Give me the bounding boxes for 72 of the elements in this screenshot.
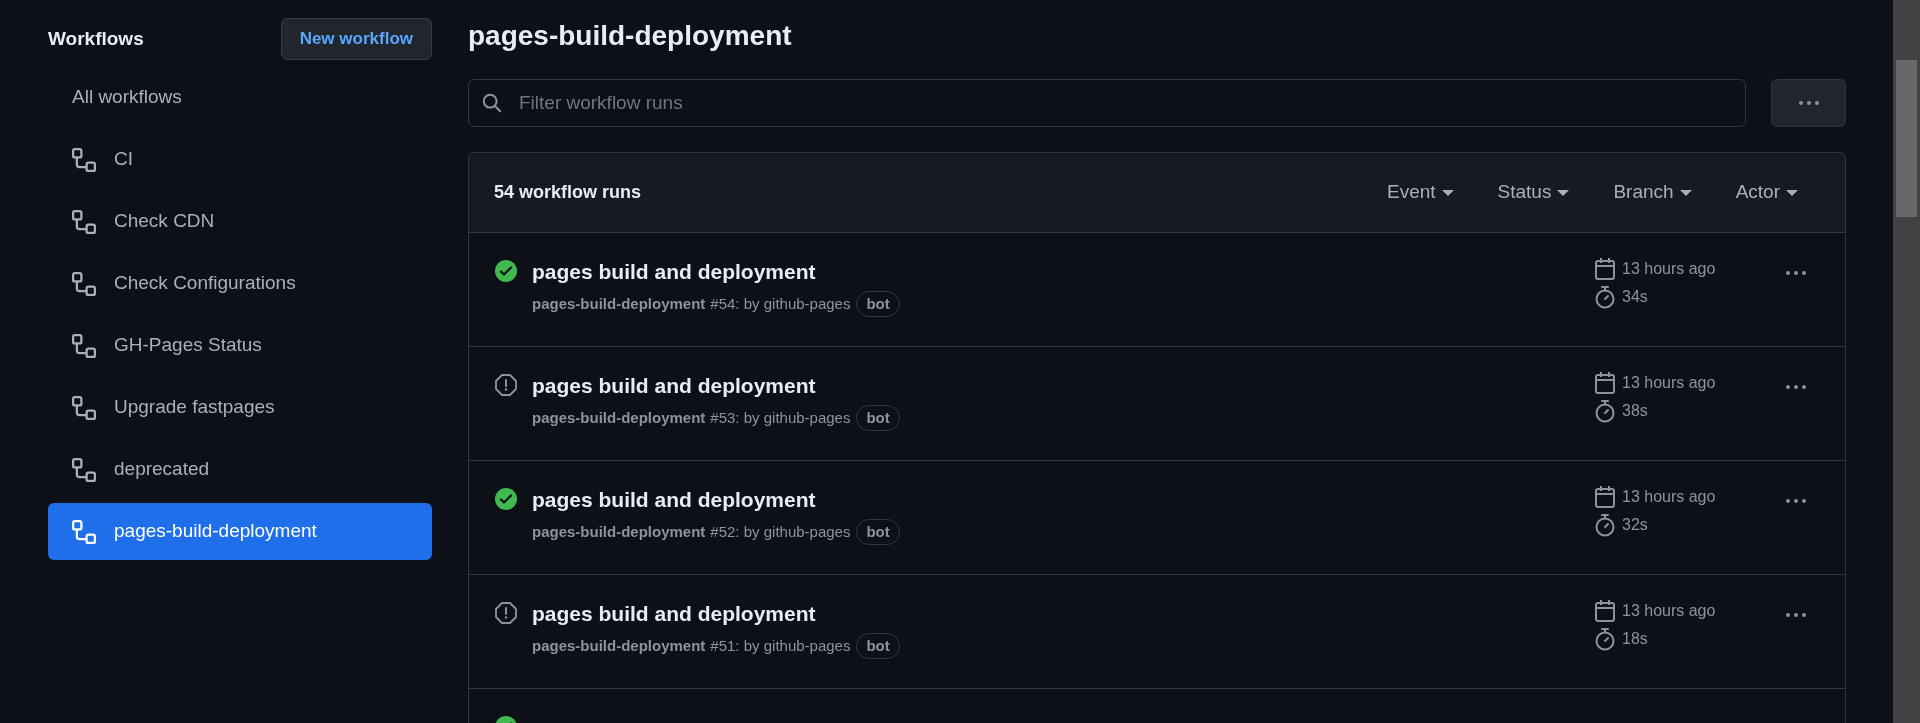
run-title[interactable]: pages build and deployment — [532, 601, 1594, 627]
runs-count: 54 workflow runs — [494, 181, 643, 204]
sidebar-item[interactable]: All workflows — [48, 69, 432, 126]
sidebar-item[interactable]: Upgrade fastpages — [48, 379, 432, 436]
filter-dropdown[interactable]: Actor — [1735, 178, 1798, 207]
calendar-icon — [1594, 485, 1616, 509]
ellipsis-icon — [1786, 385, 1806, 389]
sidebar-item[interactable]: CI — [48, 131, 432, 188]
run-workflow: pages-build-deployment — [532, 521, 706, 542]
ellipsis-icon — [1786, 499, 1806, 503]
alert-octagon-icon — [494, 373, 518, 397]
filter-search-field[interactable]: Filter workflow runs — [468, 79, 1746, 127]
run-meta: #53: by github-pages — [710, 407, 851, 428]
calendar-icon — [1594, 599, 1616, 623]
scrollbar-thumb[interactable] — [1896, 60, 1917, 217]
run-date: 13 hours ago — [1622, 487, 1716, 507]
run-menu-button[interactable] — [1784, 269, 1808, 277]
workflow-icon — [72, 271, 96, 296]
search-icon — [481, 92, 503, 114]
run-date: 13 hours ago — [1622, 601, 1716, 621]
workflow-icon — [72, 333, 96, 358]
workflow-icon — [72, 395, 96, 420]
filter-dropdown[interactable]: Branch — [1613, 178, 1692, 207]
check-circle-icon — [494, 259, 518, 283]
caret-icon — [1786, 188, 1798, 197]
run-meta: #52: by github-pages — [710, 521, 851, 542]
run-workflow: pages-build-deployment — [532, 407, 706, 428]
run-title[interactable]: pages build and deployment — [532, 373, 1594, 399]
sidebar-item[interactable]: Check CDN — [48, 193, 432, 250]
ellipsis-icon — [1798, 101, 1819, 105]
run-duration: 32s — [1622, 515, 1648, 535]
run-menu-button[interactable] — [1784, 497, 1808, 505]
run-meta: #54: by github-pages — [710, 293, 851, 314]
workflow-icon — [72, 457, 96, 482]
run-title[interactable]: pages build and deployment — [532, 259, 1594, 285]
check-circle-icon — [494, 487, 518, 511]
run-workflow: pages-build-deployment — [532, 293, 706, 314]
alert-octagon-icon — [494, 601, 518, 625]
sidebar-item[interactable]: Check Configurations — [48, 255, 432, 312]
run-duration: 18s — [1622, 629, 1648, 649]
calendar-icon — [1594, 257, 1616, 281]
caret-icon — [1441, 188, 1454, 197]
ellipsis-icon — [1786, 613, 1806, 617]
filter-dropdown[interactable]: Event — [1386, 178, 1454, 207]
filter-dropdown[interactable]: Status — [1497, 178, 1570, 207]
workflow-icon — [72, 147, 96, 172]
stopwatch-icon — [1594, 399, 1616, 423]
run-menu-button[interactable] — [1784, 611, 1808, 619]
caret-icon — [1679, 188, 1692, 197]
new-workflow-button[interactable]: New workflow — [280, 18, 432, 60]
stopwatch-icon — [1594, 627, 1616, 651]
sidebar-item[interactable]: pages-build-deployment — [48, 503, 432, 560]
stopwatch-icon — [1594, 285, 1616, 309]
calendar-icon — [1594, 371, 1616, 395]
ellipsis-icon — [1786, 271, 1806, 275]
run-date: 13 hours ago — [1622, 259, 1716, 279]
run-date: 13 hours ago — [1622, 373, 1716, 393]
run-duration: 38s — [1622, 401, 1648, 421]
workflow-icon — [72, 209, 96, 234]
sidebar-title: Workflows — [48, 26, 144, 51]
sidebar-item[interactable]: GH-Pages Status — [48, 317, 432, 374]
page-title: pages-build-deployment — [468, 19, 793, 53]
run-menu-button[interactable] — [1784, 383, 1808, 391]
workflow-icon — [72, 519, 96, 544]
stopwatch-icon — [1594, 513, 1616, 537]
scrollbar[interactable] — [1893, 0, 1920, 723]
run-duration: 34s — [1622, 287, 1648, 307]
run-title[interactable]: pages build and deployment — [532, 487, 1594, 513]
sidebar-item[interactable]: deprecated — [48, 441, 432, 498]
run-workflow: pages-build-deployment — [532, 635, 706, 656]
caret-icon — [1557, 188, 1570, 197]
run-meta: #51: by github-pages — [710, 635, 851, 656]
